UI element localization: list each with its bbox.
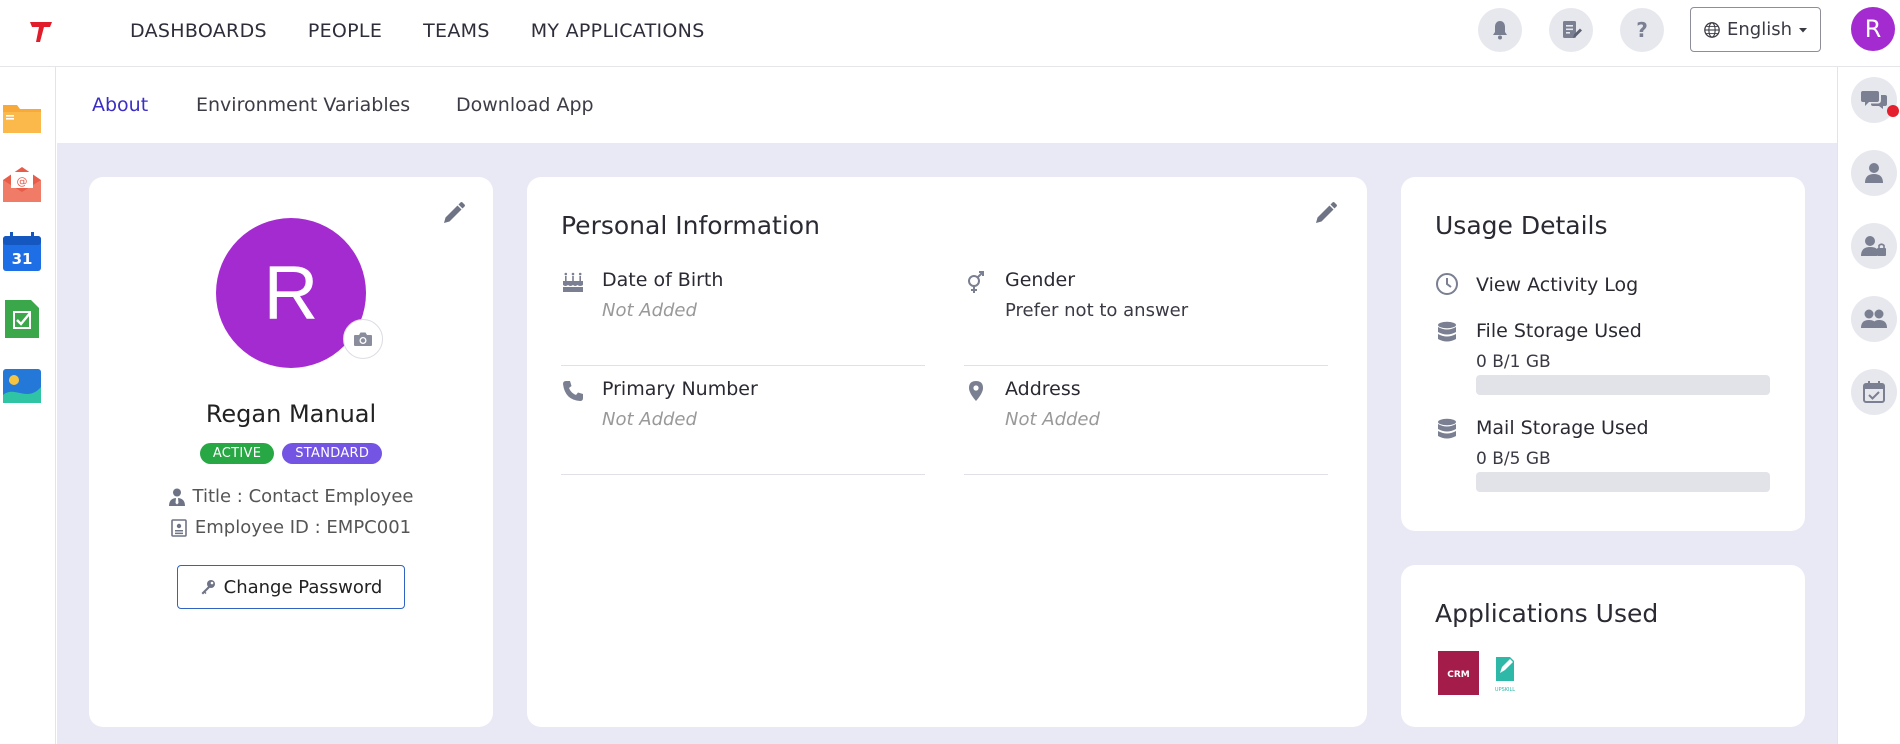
birthday-cake-icon (563, 272, 583, 292)
tab-download-app[interactable]: Download App (456, 94, 594, 116)
calendar-app-icon[interactable]: 31 (1, 231, 43, 273)
chat-button[interactable] (1851, 77, 1899, 123)
personal-information-card: Personal Information Date of Birth Not A… (527, 177, 1367, 727)
field-label: Date of Birth (602, 269, 724, 291)
right-side-bar (1837, 67, 1900, 744)
applications-used-title: Applications Used (1435, 599, 1659, 628)
bell-icon (1493, 21, 1507, 40)
field-address: Address Not Added (964, 367, 1328, 475)
profile-name: Regan Manual (205, 400, 377, 428)
field-value: Prefer not to answer (1005, 300, 1189, 321)
file-storage-progress (1476, 375, 1770, 395)
field-date-of-birth: Date of Birth Not Added (561, 258, 925, 366)
user-lock-icon (1861, 236, 1886, 256)
database-icon (1438, 321, 1456, 342)
clock-icon (1436, 273, 1458, 295)
nav-my-applications[interactable]: MY APPLICATIONS (531, 20, 705, 42)
tasks-app-icon[interactable] (1, 298, 43, 340)
user-avatar[interactable]: R (1851, 7, 1895, 51)
crm-logo-text: CRM (1447, 670, 1470, 680)
notifications-button[interactable] (1478, 8, 1522, 52)
profile-button[interactable] (1851, 150, 1897, 196)
mail-storage-progress (1476, 472, 1770, 492)
nav-teams[interactable]: TEAMS (423, 20, 490, 42)
field-value: Not Added (1005, 409, 1100, 430)
mail-storage-value: 0 B/5 GB (1476, 449, 1551, 469)
teams-button[interactable] (1851, 296, 1897, 342)
gender-icon (968, 271, 984, 293)
top-navigation-bar: DASHBOARDS PEOPLE TEAMS MY APPLICATIONS … (0, 0, 1900, 67)
crm-app-logo-icon[interactable]: CRM (1438, 651, 1479, 695)
field-gender: Gender Prefer not to answer (964, 258, 1328, 366)
profile-badges: ACTIVE STANDARD (89, 443, 493, 464)
caret-down-icon (1799, 27, 1807, 32)
database-icon (1438, 418, 1456, 439)
employee-id-row: Employee ID : EMPC001 (89, 517, 493, 538)
applications-used-card: Applications Used CRM UPSKILL (1401, 565, 1805, 727)
edit-document-icon (1563, 21, 1582, 38)
view-activity-log-link[interactable]: View Activity Log (1476, 274, 1638, 296)
plan-badge: STANDARD (282, 443, 383, 464)
change-password-label: Change Password (223, 576, 383, 598)
field-label: Gender (1005, 269, 1076, 291)
users-icon (1861, 309, 1887, 328)
change-password-button[interactable]: Change Password (177, 565, 405, 609)
photos-app-icon[interactable] (1, 365, 43, 407)
phone-icon (563, 381, 583, 401)
mail-storage-label: Mail Storage Used (1476, 417, 1649, 439)
tab-environment-variables[interactable]: Environment Variables (196, 94, 410, 116)
profile-title-row: Title : Contact Employee (89, 486, 493, 507)
notes-button[interactable] (1549, 8, 1593, 52)
camera-icon (354, 332, 372, 346)
key-icon (201, 580, 215, 595)
upskill-app-logo-icon[interactable]: UPSKILL (1490, 651, 1520, 695)
nav-dashboards[interactable]: DASHBOARDS (130, 20, 267, 42)
usage-details-card: Usage Details View Activity Log File Sto… (1401, 177, 1805, 531)
personal-information-title: Personal Information (561, 211, 820, 240)
file-storage-value: 0 B/1 GB (1476, 352, 1551, 372)
profile-tabs: About Environment Variables Download App (57, 68, 1837, 143)
usage-details-title: Usage Details (1435, 211, 1608, 240)
profile-card: R Regan Manual ACTIVE STANDARD Title : C… (89, 177, 493, 727)
field-label: Primary Number (602, 378, 758, 400)
employee-id: Employee ID : EMPC001 (194, 517, 412, 538)
file-storage-label: File Storage Used (1476, 320, 1642, 342)
svg-text:31: 31 (12, 250, 33, 268)
status-badge: ACTIVE (199, 443, 275, 464)
upskill-logo-text: UPSKILL (1495, 687, 1515, 693)
map-pin-icon (969, 381, 983, 401)
contacts-button[interactable] (1851, 223, 1897, 269)
language-dropdown[interactable]: English (1690, 7, 1821, 52)
chat-unread-dot (1887, 105, 1899, 117)
id-card-icon (171, 518, 187, 537)
field-value: Not Added (602, 300, 697, 321)
calendar-check-button[interactable] (1851, 369, 1897, 415)
brand-logo-icon[interactable] (26, 16, 56, 46)
tab-about[interactable]: About (92, 94, 148, 116)
chat-icon (1861, 91, 1887, 109)
svg-text:?: ? (1636, 18, 1648, 42)
globe-icon (1704, 21, 1720, 38)
pencil-icon[interactable] (440, 201, 466, 227)
mail-app-icon[interactable]: @ (1, 164, 43, 206)
folder-app-icon[interactable] (1, 97, 43, 139)
change-photo-button[interactable] (343, 319, 383, 359)
help-button[interactable]: ? (1620, 8, 1664, 52)
field-primary-number: Primary Number Not Added (561, 367, 925, 475)
svg-text:@: @ (17, 175, 28, 188)
field-value: Not Added (602, 409, 697, 430)
main-nav: DASHBOARDS PEOPLE TEAMS MY APPLICATIONS (130, 0, 705, 62)
person-icon (1865, 163, 1883, 183)
profile-title: Title : Contact Employee (192, 486, 414, 507)
language-label: English (1727, 19, 1792, 40)
calendar-check-icon (1863, 381, 1885, 403)
field-label: Address (1005, 378, 1081, 400)
nav-people[interactable]: PEOPLE (308, 20, 382, 42)
pencil-icon[interactable] (1312, 201, 1338, 227)
content-area: R Regan Manual ACTIVE STANDARD Title : C… (57, 143, 1837, 744)
question-icon: ? (1636, 18, 1648, 42)
user-tie-icon (168, 488, 185, 506)
left-app-bar: @ 31 (0, 67, 56, 744)
